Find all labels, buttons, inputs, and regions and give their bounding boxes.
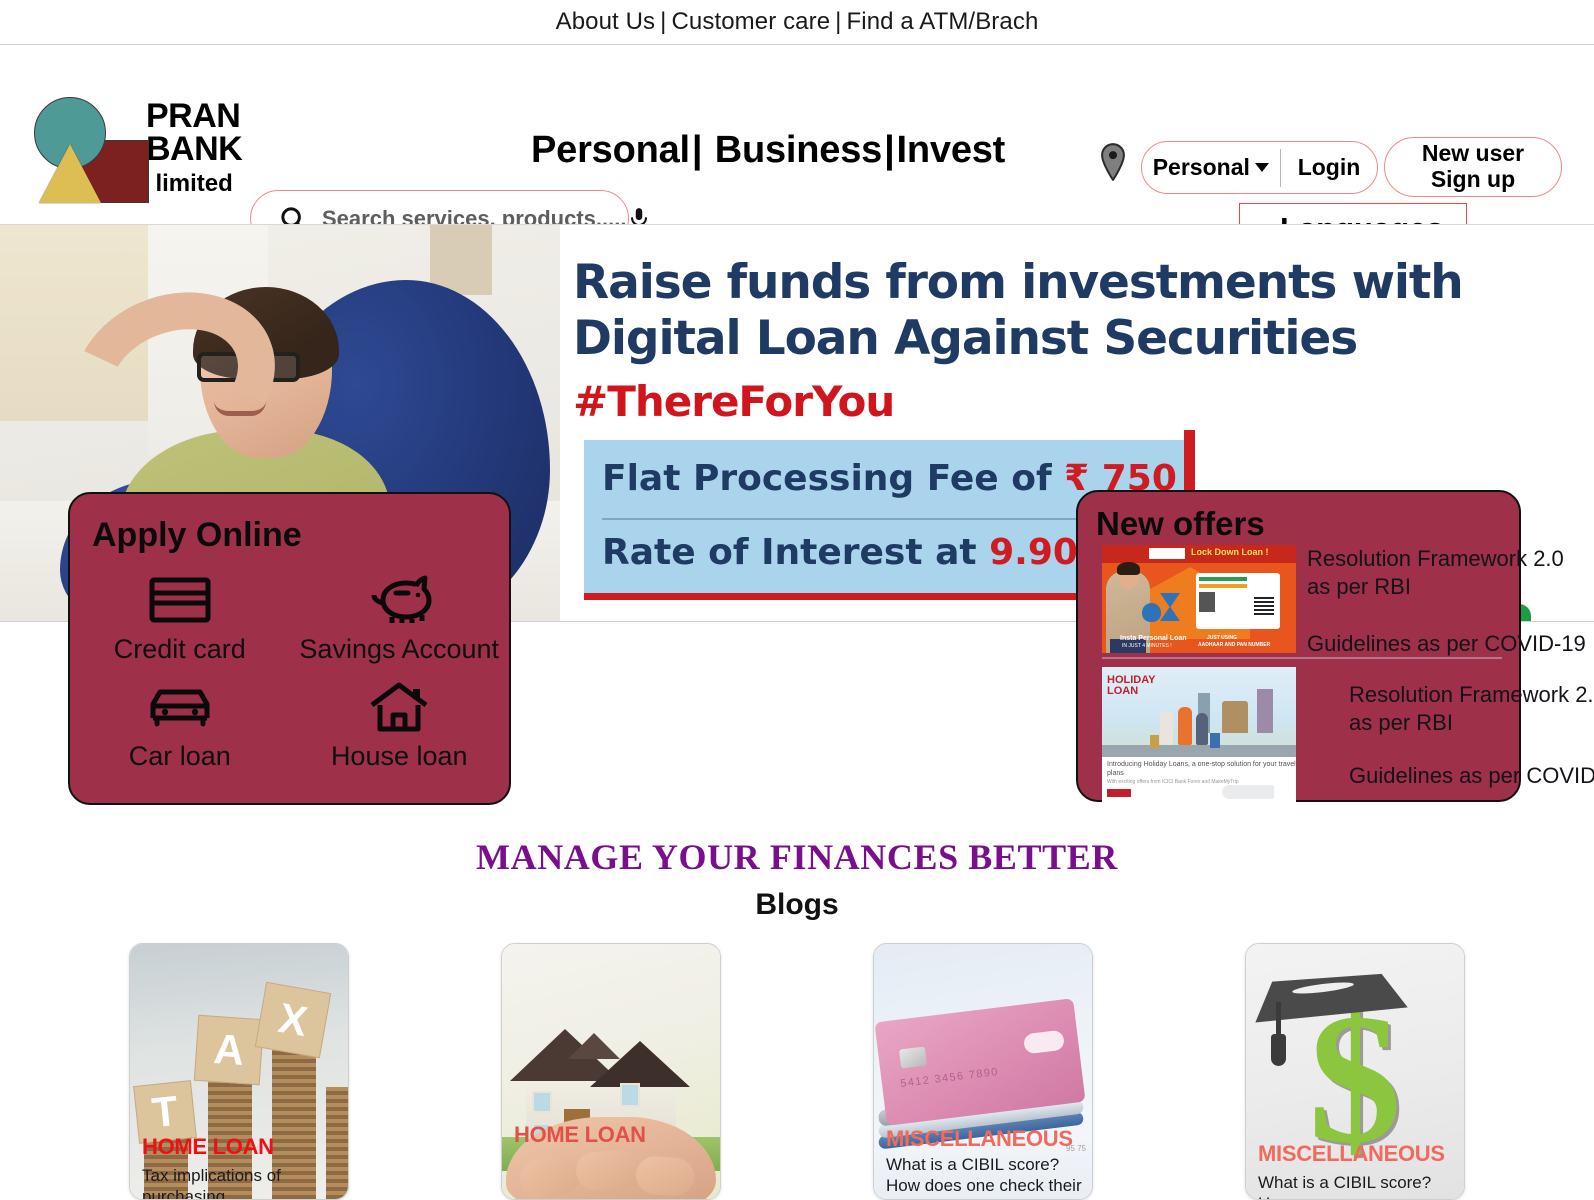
logo-triangle-shape [39, 144, 101, 203]
hero-headline: Raise funds from investments with Digita… [573, 255, 1464, 368]
nav-invest[interactable]: Invest [897, 129, 1006, 171]
offer-line-2: as per RBI [1307, 573, 1411, 599]
map-pin-icon[interactable] [1098, 143, 1128, 186]
thumb-subcaption: With exciting offers from ICICI Bank For… [1107, 779, 1239, 785]
offer-line-3: Guidelines as per COVID-19 [1307, 631, 1586, 656]
divider [1102, 657, 1502, 659]
offer-line-1: Resolution Framework 2.0 [1307, 546, 1564, 571]
blog-card[interactable]: HOME LOAN [501, 943, 721, 1200]
brand-logo[interactable]: PRAN BANK limited [28, 97, 243, 203]
link-customer-care[interactable]: Customer care [671, 8, 830, 35]
hero-headline-line-1: Raise funds from investments with [573, 255, 1464, 310]
separator: | [884, 129, 895, 171]
signup-button[interactable]: New user Sign up [1384, 137, 1562, 197]
thumb-logo-line-1: HOLIDAY [1107, 674, 1156, 686]
offer-text-block: Resolution Framework 2.0 as per RBI Guid… [1349, 681, 1594, 790]
site-header: PRAN BANK limited Personal| Business|Inv… [0, 45, 1594, 255]
link-about-us[interactable]: About Us [556, 8, 656, 35]
offer-line-2: as per RBI [1349, 709, 1453, 735]
separator: | [691, 129, 703, 171]
logo-line-limited: limited [155, 169, 233, 197]
blog-description: Tax implications of purchasing [142, 1166, 281, 1200]
blogs-section-header: MANAGE YOUR FINANCES BETTER Blogs [0, 836, 1594, 922]
blog-category-tag: MISCELLANEOUS [1258, 1141, 1445, 1166]
apply-item-label: House loan [330, 741, 468, 771]
new-offers-title: New offers [1096, 505, 1265, 542]
rate-label: Rate of Interest at [602, 532, 990, 573]
logo-line-bank: BANK [146, 130, 243, 169]
blog-card[interactable]: 5412 3456 7890 95 75 MISCELLANEOUS What … [873, 943, 1093, 1200]
top-utility-bar: About Us | Customer care | Find a ATM/Brach [0, 0, 1594, 45]
link-find-atm-branch[interactable]: Find a ATM/Brach [847, 8, 1039, 35]
offer-thumbnail-holiday-loan: HOLIDAY LOAN Introducing Holiday Loans, … [1102, 667, 1296, 805]
offer-item-insta-personal-loan[interactable]: Lock Down Loan ! Insta Personal Loan IN … [1102, 545, 1586, 658]
block-letter-a: A [193, 1014, 265, 1086]
blog-image-tax-blocks: T A X [130, 944, 348, 1199]
apply-item-label: Savings Account [299, 634, 500, 664]
apply-online-grid: Credit card Savings Account Car loan Hou… [70, 572, 509, 772]
account-type-label: Personal [1152, 154, 1250, 180]
blog-description: What is a CIBIL score? How [1258, 1173, 1432, 1199]
thumb-foot-2: IN JUST 4 MINUTES ! [1122, 643, 1172, 649]
blog-category-tag: HOME LOAN [514, 1122, 646, 1147]
new-offers-card: New offers Lock Down Loan ! Insta Person… [1076, 490, 1594, 805]
account-type-dropdown[interactable]: Personal [1142, 142, 1280, 193]
signup-line-1: New user [1421, 140, 1525, 167]
offer-item-holiday-loan[interactable]: HOLIDAY LOAN Introducing Holiday Loans, … [1102, 667, 1594, 805]
thumb-headline: Lock Down Loan ! [1191, 547, 1269, 557]
blog-card[interactable]: T A X HOME LOAN Tax implications of purc… [129, 943, 349, 1200]
blog-image-house-in-hand [502, 944, 720, 1199]
thumb-apply-button [1107, 789, 1131, 797]
account-selector-pill: Personal Login [1141, 141, 1378, 194]
logo-line-pran: PRAN [146, 97, 241, 135]
chevron-down-icon [1254, 163, 1269, 172]
hero-hashtag: #ThereForYou [573, 377, 895, 426]
nav-business[interactable]: Business [715, 129, 883, 171]
apply-item-label: Credit card [113, 634, 246, 664]
offer-thumbnail-insta-personal-loan: Lock Down Loan ! Insta Personal Loan IN … [1102, 545, 1296, 653]
credit-card-icon [149, 572, 211, 628]
car-icon [147, 679, 213, 735]
offer-line-3: Guidelines as per COVID-19 [1349, 763, 1594, 788]
thumb-foot-3: JUST USING [1207, 635, 1238, 641]
blogs-title: Blogs [755, 888, 839, 921]
nav-personal[interactable]: Personal [531, 129, 690, 171]
top-utility-links: About Us | Customer care | Find a ATM/Brach [556, 8, 1039, 36]
logo-mark [28, 97, 149, 203]
thumb-logo: HOLIDAY LOAN [1107, 674, 1156, 698]
piggy-bank-icon [366, 572, 432, 628]
apply-item-house-loan[interactable]: House loan [290, 679, 510, 772]
apply-online-title: Apply Online [92, 516, 302, 554]
apply-item-savings-account[interactable]: Savings Account [290, 572, 510, 665]
logo-wordmark: PRAN BANK limited [146, 97, 243, 197]
hero-interest-rate: Rate of Interest at 9.90% [602, 532, 1114, 573]
blog-description: What is a CIBIL score? How does one chec… [886, 1155, 1082, 1199]
fee-label: Flat Processing Fee of [602, 458, 1065, 499]
main-navigation: Personal| Business|Invest [531, 129, 1005, 172]
signup-line-2: Sign up [1430, 166, 1516, 192]
offer-line-1: Resolution Framework 2.0 [1349, 682, 1594, 707]
offer-text-block: Resolution Framework 2.0 as per RBI Guid… [1307, 545, 1586, 658]
login-button[interactable]: Login [1281, 142, 1377, 193]
apply-online-card: Apply Online Credit card Savings Account… [68, 492, 511, 805]
blog-category-tag: MISCELLANEOUS [886, 1126, 1073, 1151]
block-letter-x: X [254, 981, 332, 1059]
blog-card[interactable]: $ MISCELLANEOUS What is a CIBIL score? H… [1245, 943, 1465, 1200]
separator: | [660, 8, 667, 35]
apply-item-credit-card[interactable]: Credit card [70, 572, 290, 665]
blogs-kicker: MANAGE YOUR FINANCES BETTER [476, 837, 1118, 877]
apply-item-car-loan[interactable]: Car loan [70, 679, 290, 772]
house-icon [369, 679, 429, 735]
hero-headline-line-2: Digital Loan Against Securities [573, 311, 1358, 367]
apply-item-label: Car loan [128, 741, 231, 771]
blog-category-tag: HOME LOAN [142, 1134, 274, 1159]
separator: | [835, 8, 842, 35]
blog-card-grid: T A X HOME LOAN Tax implications of purc… [0, 943, 1594, 1200]
thumb-logo-line-2: LOAN [1107, 685, 1139, 698]
thumb-caption: Introducing Holiday Loans, a one-stop so… [1107, 761, 1296, 777]
thumb-foot-1: Insta Personal Loan [1120, 635, 1187, 642]
thumb-foot-4: AADHAAR AND PAN NUMBER [1198, 642, 1271, 648]
